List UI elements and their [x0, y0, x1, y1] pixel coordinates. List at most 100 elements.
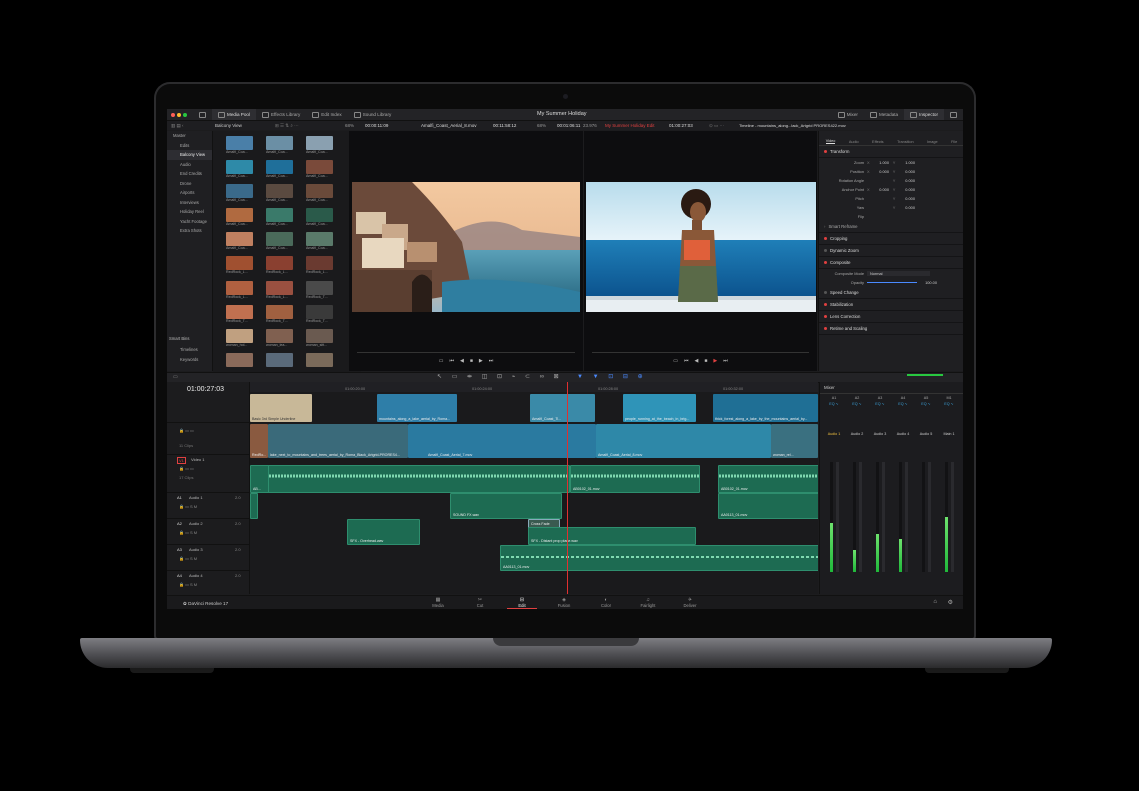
rewind-icon[interactable]: ⏮: [449, 358, 454, 364]
param-y-value[interactable]: 0.000: [899, 169, 915, 174]
media-thumbnail[interactable]: RedRock_T...: [306, 280, 333, 304]
param-x-value[interactable]: 0.000: [873, 187, 889, 192]
bin-dropdown[interactable]: Balcony View: [215, 123, 275, 128]
video-clip[interactable]: mountains_along_a_lake_aerial_by_Roma...: [377, 394, 457, 422]
expand-icon[interactable]: [944, 109, 963, 120]
tab-video[interactable]: Video: [825, 139, 836, 144]
fader[interactable]: [836, 462, 839, 572]
media-pool-button[interactable]: Media Pool: [212, 109, 256, 120]
page-tab-deliver[interactable]: ✈ Deliver: [675, 597, 705, 608]
source-clip-name[interactable]: Amalfi_Coast_Aerial_8.mov: [421, 123, 493, 128]
page-tab-fairlight[interactable]: ♫ Fairlight: [633, 597, 663, 608]
media-thumbnail[interactable]: RedRock_T...: [306, 304, 333, 328]
bin-master[interactable]: Master: [167, 131, 212, 141]
media-thumbnail[interactable]: Amalfi_Coa...: [226, 232, 253, 255]
stabilization-section[interactable]: Stabilization: [819, 299, 963, 311]
page-tab-cut[interactable]: ✂ Cut: [465, 597, 495, 608]
mixer-channel[interactable]: A5 EQ ∿ Audio 5: [916, 396, 936, 436]
media-thumbnail[interactable]: Amalfi_Coa...: [306, 136, 333, 159]
video-clip[interactable]: RedRo...: [250, 424, 268, 458]
param-x-value[interactable]: 0.000: [873, 169, 889, 174]
composite-section[interactable]: Composite: [819, 257, 963, 269]
eq-icon[interactable]: EQ ∿: [939, 402, 959, 406]
media-thumbnail[interactable]: RedRock_L...: [266, 280, 293, 304]
page-tab-media[interactable]: ▦ Media: [423, 597, 453, 608]
media-thumbnail[interactable]: RedRock_L...: [266, 256, 293, 279]
bin-view-icons[interactable]: ▥ ▤ ‹: [171, 123, 215, 129]
loop-icon[interactable]: ▭: [673, 358, 678, 364]
timeline-name[interactable]: My Summer Holiday Edit: [605, 123, 669, 128]
mixer-channel[interactable]: A2 EQ ∿ Audio 2: [847, 396, 867, 436]
stop-icon[interactable]: ■: [470, 358, 473, 364]
cropping-section[interactable]: Cropping: [819, 233, 963, 245]
video-clip[interactable]: woman_rel...: [771, 424, 818, 458]
audio-clip[interactable]: AB0102_01.mov: [570, 465, 700, 493]
param-y-value[interactable]: 0.000: [899, 196, 915, 201]
eq-icon[interactable]: EQ ∿: [916, 402, 936, 406]
track-controls-icons[interactable]: 🔒 ▭ S M: [179, 556, 197, 561]
media-thumbnail[interactable]: RedRock_L...: [226, 280, 253, 304]
fader[interactable]: [859, 462, 862, 572]
viewer-options-icons[interactable]: ⊙ ▭ ⋯: [709, 123, 739, 129]
home-icon[interactable]: ⌂: [933, 599, 937, 605]
video-clip[interactable]: thick_forest_along_a_lake_by_the_mountai…: [713, 394, 818, 422]
media-thumbnail[interactable]: RedRock_L...: [226, 256, 253, 279]
track-controls-icons[interactable]: 🔒 ▭ S M: [179, 530, 197, 535]
fader[interactable]: [928, 462, 931, 572]
timeline-zoom[interactable]: 68%: [537, 123, 557, 128]
media-thumbnail[interactable]: RedRock_T...: [226, 304, 253, 328]
audio-clip[interactable]: AB0102_01.mov: [718, 465, 818, 493]
video-clip[interactable]: Amalfi_Coast_Aerial_8.mov: [596, 424, 771, 458]
mixer-channel[interactable]: A4 EQ ∿ Audio 4: [893, 396, 913, 436]
fader[interactable]: [951, 462, 954, 572]
param-y-value[interactable]: 0.000: [899, 187, 915, 192]
mixer-channel[interactable]: A3 EQ ∿ Audio 3: [870, 396, 890, 436]
page-tab-fusion[interactable]: ◈ Fusion: [549, 597, 579, 608]
fader[interactable]: [905, 462, 908, 572]
eq-icon[interactable]: EQ ∿: [893, 402, 913, 406]
track-header-audio[interactable]: A1 Audio 1 2.0 🔒 ▭ S M: [167, 492, 249, 519]
zoom-window-icon[interactable]: [183, 112, 187, 117]
transform-section[interactable]: Transform: [819, 146, 963, 158]
opacity-slider[interactable]: [867, 282, 917, 283]
page-tab-edit[interactable]: ⊟ Edit: [507, 597, 537, 609]
track-header-audio[interactable]: A2 Audio 2 2.0 🔒 ▭ S M: [167, 518, 249, 545]
audio-clip[interactable]: SFX - Distant prop plane.wav: [528, 527, 696, 545]
media-thumbnail[interactable]: Amalfi_Coa...: [266, 208, 293, 231]
media-thumbnail[interactable]: Amalfi_Coa...: [306, 208, 333, 231]
bin-item[interactable]: Edits: [167, 141, 212, 151]
mixer-button[interactable]: Mixer: [832, 109, 864, 120]
smart-bin-keywords[interactable]: Keywords: [167, 355, 212, 365]
media-thumbnail[interactable]: Amalfi_Coa...: [266, 184, 293, 207]
timeline-tracks[interactable]: 01:00:20:00 01:00:24:00 01:00:28:00 01:0…: [250, 382, 818, 594]
smart-reframe-section[interactable]: › Smart Reframe: [819, 221, 963, 233]
timeline-ruler[interactable]: 01:00:20:00 01:00:24:00 01:00:28:00 01:0…: [250, 382, 818, 392]
audio-clip[interactable]: SFX - Overhead.wav: [347, 519, 420, 545]
stop-icon[interactable]: ■: [704, 358, 707, 364]
timeline-viewer[interactable]: ▭ ⏮ ◀ ■ ▶ ⏭: [584, 131, 817, 371]
sound-library-button[interactable]: Sound Library: [348, 109, 398, 120]
media-thumbnail[interactable]: Amalfi_Coa...: [306, 184, 333, 207]
eq-icon[interactable]: EQ ∿: [847, 402, 867, 406]
volume-slider[interactable]: [907, 374, 943, 376]
dynamic-zoom-section[interactable]: Dynamic Zoom: [819, 245, 963, 257]
pool-view-icons[interactable]: ⊞ ☰ ⇅ ⌕ ⋯: [275, 123, 345, 129]
media-thumbnail[interactable]: woman_sitt...: [306, 328, 333, 352]
source-viewer[interactable]: ▭ ⏮ ◀ ■ ▶ ⏭: [349, 131, 583, 371]
composite-mode-select[interactable]: Normal: [867, 271, 930, 276]
track-controls-icons[interactable]: 🔒 ▭ S M: [179, 504, 197, 509]
bin-item[interactable]: Interviews: [167, 198, 212, 208]
audio-clip[interactable]: [250, 493, 258, 519]
audio-clip[interactable]: [268, 465, 570, 493]
timeline-scrub-bar[interactable]: [592, 352, 809, 353]
fader[interactable]: [882, 462, 885, 572]
param-y-value[interactable]: 0.000: [899, 205, 915, 210]
source-scrub-bar[interactable]: [357, 352, 575, 353]
media-thumbnail[interactable]: Amalfi_Coa...: [226, 184, 253, 207]
play-icon[interactable]: ▶: [713, 358, 717, 364]
video-clip[interactable]: people_running_at_the_beach_in_brig...: [623, 394, 696, 422]
forward-icon[interactable]: ⏭: [489, 358, 494, 364]
inspector-button[interactable]: Inspector: [904, 109, 944, 120]
bin-item[interactable]: Airports: [167, 188, 212, 198]
audio-clip[interactable]: AB...: [250, 465, 270, 493]
